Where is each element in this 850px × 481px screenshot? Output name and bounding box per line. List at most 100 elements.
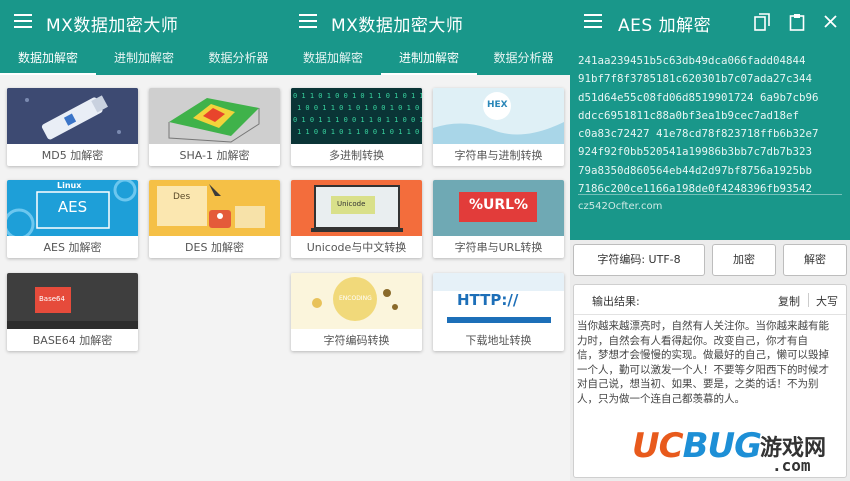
binary-rain-image: 0 1 1 0 1 0 0 1 0 1 1 0 1 0 1 1 0 1 0 0 … [291,88,422,144]
copy-icon[interactable] [754,13,770,31]
action-row: 字符编码: UTF-8 加密 解密 [570,240,850,280]
card-md5[interactable]: MD5 加解密 [7,88,138,166]
card-download[interactable]: HTTP:// 下载地址转换 [433,273,564,351]
svg-text:1 1 0 0 1 0 1 1 0 0 1 0 1 1 0: 1 1 0 0 1 0 1 1 0 0 1 0 1 1 0 1 0 [297,128,422,136]
art-text: HEX [487,100,508,110]
tab-base-crypto[interactable]: 进制加解密 [96,44,192,75]
card-url[interactable]: %URL% 字符串与URL转换 [433,180,564,258]
card-string-hex[interactable]: HEX 字符串与进制转换 [433,88,564,166]
tab-label: 进制加解密 [113,51,174,65]
output-line: 力时，自然会有人看得起你。改变自己，你才有自 [577,334,808,347]
close-icon[interactable] [824,15,837,28]
cipher-line: d51d64e55c08fd06d8519901724 6a9b7cb96 [578,90,819,104]
art-text: Base64 [39,295,65,303]
cipher-line: c0a83c72427 41e78cd78f823718ffb6b32e7 [578,127,819,141]
card-label: SHA-1 加解密 [179,149,250,162]
cipher-line: 924f92f0bb520541a19986b3bb7c7db7b323 [578,145,813,159]
card-label: BASE64 加解密 [32,334,113,347]
card-label: 下载地址转换 [465,334,532,347]
app-title: MX数据加密大师 [331,16,464,36]
tab-data-analyzer[interactable]: 数据分析器 [192,44,285,75]
page-title: AES 加解密 [618,16,712,36]
http-image: HTTP:// [433,273,564,329]
output-text[interactable]: 当你越来越漂亮时，自然有人关注你。当你越来越有能 力时，自然会有人看得起你。改变… [577,319,845,407]
output-line: 一个人，勤可以激发一个人！不要等夕阳西下的时候才 [577,363,829,376]
tab-data-crypto[interactable]: 数据加解密 [285,44,381,75]
encoding-button[interactable]: 字符编码: UTF-8 [573,244,705,276]
menu-icon[interactable] [299,14,317,28]
output-header: 输出结果: 复制 大写 [574,285,846,315]
tab-label: 数据分析器 [493,51,554,65]
screenshot-composite: MX数据加密大师 数据加解密 进制加解密 数据分析器 MD5 加解密 SHA-1… [0,0,850,481]
divider [578,194,842,195]
cipher-text[interactable]: 241aa239451b5c63db49dca066fadd04844 91bf… [578,52,844,198]
watermark-uc: UC [632,426,684,466]
decrypt-button[interactable]: 解密 [783,244,847,276]
app-bar: MX数据加密大师 [0,0,285,44]
card-label: Unicode与中文转换 [306,241,407,254]
art-text: Unicode [337,200,366,208]
card-label: 字符编码转换 [323,334,390,347]
cipher-area: AES 加解密 241aa239451b5c63db49dca066fadd04… [570,0,850,240]
menu-icon[interactable] [14,14,32,28]
cipher-line: 241aa239451b5c63db49dca066fadd04844 [578,54,806,67]
tab-indicator [381,73,477,75]
key-field[interactable]: cz542Ocfter.com [578,201,662,212]
panel-aes: AES 加解密 241aa239451b5c63db49dca066fadd04… [570,0,850,481]
linux-badge: Linux [57,181,82,190]
panel-base-crypto: MX数据加密大师 数据加解密 进制加解密 数据分析器 0 1 1 0 1 0 0… [285,0,570,481]
divider [808,293,809,307]
tab-label: 数据加解密 [302,51,363,65]
uppercase-button[interactable]: 大写 [816,293,838,309]
card-label: 字符串与进制转换 [454,149,543,162]
svg-text:0 1 1 0 1 0 0 1 0 1 1 0 1 0 1: 0 1 1 0 1 0 0 1 0 1 1 0 1 0 1 1 0 [293,92,422,100]
app-bar: AES 加解密 [570,0,850,44]
app-title: MX数据加密大师 [46,16,179,36]
card-label: 多进制转换 [329,149,384,162]
card-multi-base[interactable]: 0 1 1 0 1 0 0 1 0 1 1 0 1 0 1 1 0 1 0 0 … [291,88,422,166]
tab-bar: 数据加解密 进制加解密 数据分析器 [285,44,570,75]
card-label: 字符串与URL转换 [454,241,543,254]
tab-label: 数据加解密 [17,51,78,65]
card-unicode[interactable]: Unicode Unicode与中文转换 [291,180,422,258]
base64-image: Base64 [7,273,138,329]
url-image: %URL% [433,180,564,236]
card-encoding[interactable]: ENCODING 字符编码转换 [291,273,422,351]
usb-drive-image [7,88,138,144]
card-label: AES 加解密 [43,241,102,254]
tab-label: 进制加解密 [398,51,459,65]
ucbug-watermark: UCBUG 游戏网 .com [632,426,846,478]
card-label: DES 加解密 [185,241,244,254]
art-text: HTTP:// [457,291,519,309]
card-aes[interactable]: Linux AES AES 加解密 [7,180,138,258]
card-sha1[interactable]: SHA-1 加解密 [149,88,280,166]
tab-data-analyzer[interactable]: 数据分析器 [477,44,570,75]
cipher-line: 79a8350d860564eb44d2d97bf8756a1925bb [578,163,813,177]
card-base64[interactable]: Base64 BASE64 加解密 [7,273,138,351]
output-line: 人，只为做一个连自己都羡慕的人。 [577,392,745,405]
svg-text:0 1 0 1 1 1 0 0 1 1 0 1 1 0 0: 0 1 0 1 1 1 0 0 1 1 0 1 1 0 0 1 0 [293,116,422,124]
menu-icon[interactable] [584,14,602,28]
cipher-line: 7186c200ce1166a198de0f4248396fb93542 [578,182,813,196]
cipher-line: 91bf7f8f3785181c620301b7c07ada27c344 [578,72,813,86]
svg-text:1 0 0 1 1 0 1 0 1 0 0 1 0 1 0: 1 0 0 1 1 0 1 0 1 0 0 1 0 1 0 0 1 [297,104,422,112]
card-label: MD5 加解密 [41,149,104,162]
output-label: 输出结果: [592,295,640,308]
card-des[interactable]: Des DES 加解密 [149,180,280,258]
aes-image: Linux AES [7,180,138,236]
copy-button[interactable]: 复制 [778,293,800,309]
art-text: AES [57,198,88,216]
tab-indicator [0,73,96,75]
unicode-image: Unicode [291,180,422,236]
tab-base-crypto[interactable]: 进制加解密 [381,44,477,75]
art-text: Des [173,192,191,202]
app-bar: MX数据加密大师 [285,0,570,44]
output-line: 当你越来越漂亮时，自然有人关注你。当你越来越有能 [577,320,829,332]
clipboard-icon[interactable] [789,13,805,31]
tab-bar: 数据加解密 进制加解密 数据分析器 [0,44,285,75]
watermark-bug: BUG [682,426,762,466]
tab-data-crypto[interactable]: 数据加解密 [0,44,96,75]
encrypt-button[interactable]: 加密 [712,244,776,276]
des-image: Des [149,180,280,236]
watermark-brand: UCBUG [632,426,762,466]
